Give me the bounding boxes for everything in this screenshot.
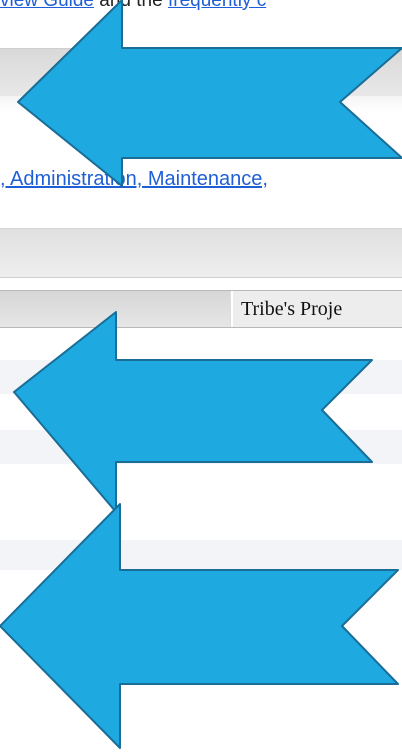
left-arrow-icon <box>13 311 373 513</box>
left-arrow-icon <box>17 0 402 187</box>
arrow-overlay <box>0 0 402 749</box>
left-arrow-icon <box>0 503 399 749</box>
